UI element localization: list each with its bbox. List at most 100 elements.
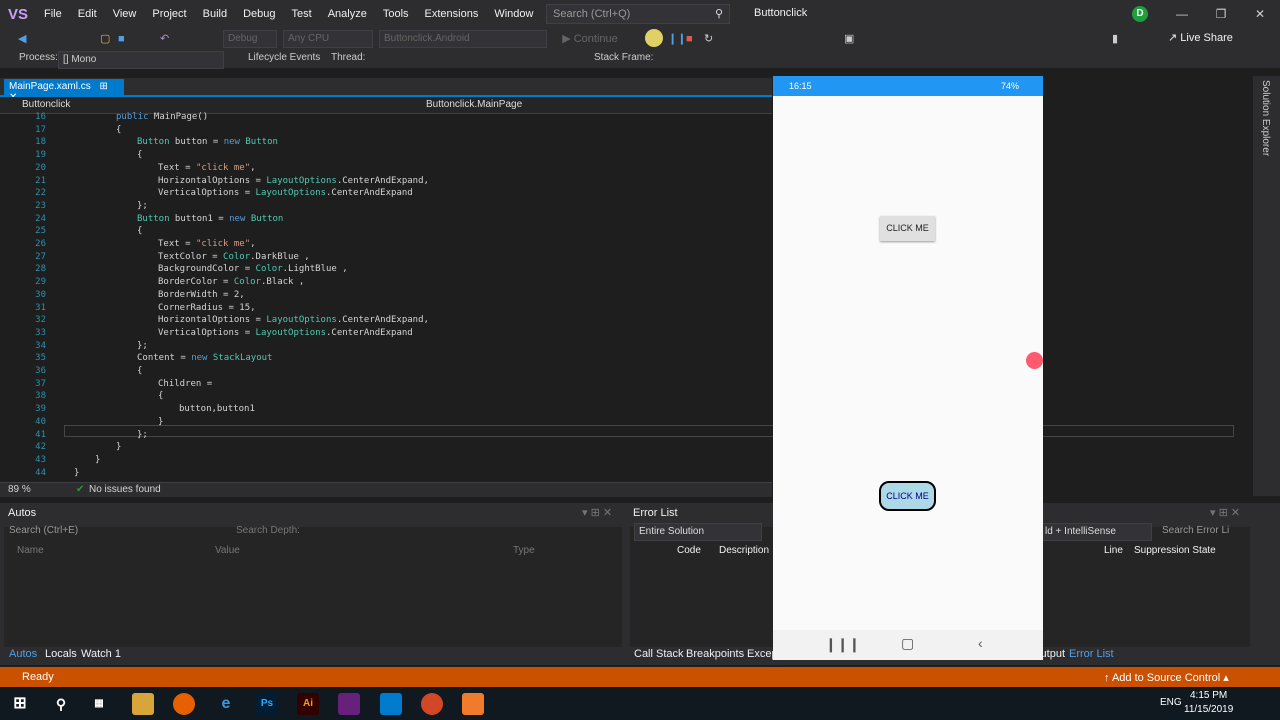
search-input[interactable]: Search (Ctrl+Q) ⚲ (546, 4, 730, 24)
tab-breakpoints[interactable]: Breakpoints (686, 648, 744, 660)
code-line[interactable]: Button button1 = new Button (137, 214, 283, 224)
pin-icon[interactable]: ⊞ (99, 81, 107, 92)
language-indicator[interactable]: ENG (1160, 697, 1182, 708)
powerpoint-icon[interactable] (421, 693, 443, 715)
clock-date[interactable]: 11/15/2019 (1184, 704, 1233, 715)
tab-call-stack[interactable]: Call Stack (634, 648, 684, 660)
code-line[interactable]: }; (137, 341, 148, 351)
lifecycle-events[interactable]: Lifecycle Events (248, 52, 320, 63)
tab-error-list[interactable]: Error List (1069, 648, 1114, 660)
undo-icon[interactable]: ↶ (160, 31, 169, 47)
code-line[interactable]: { (158, 391, 163, 401)
menu-tools[interactable]: Tools (375, 0, 417, 28)
issues-status[interactable]: No issues found (89, 484, 161, 495)
nav-class[interactable]: Buttonclick.MainPage (426, 99, 522, 110)
pause-icon[interactable]: ❙❙ (668, 31, 686, 47)
android-emulator-screen[interactable] (773, 76, 1043, 660)
menu-file[interactable]: File (36, 0, 70, 28)
code-line[interactable]: Content = new StackLayout (137, 353, 272, 363)
windows-start-icon[interactable]: ⊞ (9, 693, 31, 715)
error-close-icon[interactable]: ▾ ⊞ ✕ (1210, 506, 1240, 519)
error-search[interactable]: Search Error Li (1162, 525, 1229, 536)
zoom-level[interactable]: 89 % (8, 484, 31, 495)
continue-button[interactable]: ▶ Continue (555, 31, 625, 47)
bookmark-icon[interactable]: ▮ (1112, 31, 1118, 47)
stop-icon[interactable]: ■ (686, 31, 693, 47)
save-icon[interactable]: ■ (118, 31, 125, 47)
recents-icon[interactable]: ❙❙❙ (825, 636, 860, 653)
code-line[interactable]: VerticalOptions = LayoutOptions.CenterAn… (158, 328, 413, 338)
taskbar-search-icon[interactable]: ⚲ (50, 693, 72, 715)
restart-icon[interactable]: ↻ (704, 31, 713, 47)
menu-view[interactable]: View (105, 0, 145, 28)
tab-autos[interactable]: Autos (9, 648, 37, 660)
menu-extensions[interactable]: Extensions (417, 0, 487, 28)
live-share-button[interactable]: ↗ Live Share (1168, 31, 1233, 44)
close-icon[interactable]: ✕ (1250, 7, 1270, 21)
menu-window[interactable]: Window (486, 0, 541, 28)
clock-time[interactable]: 4:15 PM (1190, 690, 1227, 701)
startup-project-select[interactable]: Buttonclick.Android (379, 30, 547, 48)
tab-mainpage[interactable]: MainPage.xaml.cs ⊞ ✕ (4, 79, 124, 103)
open-folder-icon[interactable]: ▢ (100, 31, 110, 47)
menu-debug[interactable]: Debug (235, 0, 283, 28)
avatar[interactable]: D (1132, 6, 1148, 22)
nav-project[interactable]: Buttonclick (22, 99, 70, 110)
back-icon[interactable]: ◀ (18, 31, 26, 47)
autos-close-icon[interactable]: ▾ ⊞ ✕ (582, 506, 612, 519)
code-line[interactable]: button,button1 (179, 404, 255, 414)
tab-watch[interactable]: Watch 1 (81, 648, 121, 660)
illustrator-icon[interactable]: Ai (297, 693, 319, 715)
code-line[interactable]: }; (137, 201, 148, 211)
back-icon[interactable]: ‹ (978, 635, 983, 651)
tab-locals[interactable]: Locals (45, 648, 77, 660)
code-line[interactable]: HorizontalOptions = LayoutOptions.Center… (158, 315, 429, 325)
source-control-button[interactable]: ↑ Add to Source Control ▴ (1104, 671, 1229, 684)
code-line[interactable]: BackgroundColor = Color.LightBlue , (158, 264, 348, 274)
code-line[interactable]: BorderColor = Color.Black , (158, 277, 304, 287)
code-line[interactable]: Children = (158, 379, 212, 389)
menu-edit[interactable]: Edit (70, 0, 105, 28)
platform-select[interactable]: Any CPU (283, 30, 373, 48)
floating-indicator-icon[interactable] (1026, 352, 1043, 369)
code-line[interactable]: } (158, 417, 163, 427)
code-line[interactable]: Text = "click me", (158, 163, 256, 173)
code-line[interactable]: HorizontalOptions = LayoutOptions.Center… (158, 176, 429, 186)
code-line[interactable]: public MainPage() (116, 112, 208, 122)
layout-icon[interactable]: ▣ (844, 31, 854, 47)
autos-search[interactable]: Search (Ctrl+E) (9, 525, 78, 536)
scope-select[interactable]: Entire Solution (634, 523, 762, 541)
code-line[interactable]: Button button = new Button (137, 137, 278, 147)
vscode-icon[interactable] (380, 693, 402, 715)
solution-explorer-sidebar[interactable]: Solution Explorer (1253, 76, 1280, 496)
task-view-icon[interactable]: ▦ (88, 693, 110, 715)
build-filter-select[interactable]: ld + IntelliSense (1040, 523, 1152, 541)
code-line[interactable]: { (137, 366, 142, 376)
click-me-button-default[interactable]: CLICK ME (880, 216, 935, 241)
code-line[interactable]: } (74, 468, 79, 478)
file-explorer-icon[interactable] (132, 693, 154, 715)
menu-analyze[interactable]: Analyze (320, 0, 375, 28)
home-icon[interactable]: ▢ (901, 635, 914, 652)
code-line[interactable]: { (116, 125, 121, 135)
code-line[interactable]: Text = "click me", (158, 239, 256, 249)
screen-recorder-icon[interactable] (462, 693, 484, 715)
code-line[interactable]: TextColor = Color.DarkBlue , (158, 252, 310, 262)
menu-test[interactable]: Test (284, 0, 320, 28)
code-line[interactable]: { (137, 150, 142, 160)
click-me-button-styled[interactable]: CLICK ME (879, 481, 936, 511)
code-line[interactable]: VerticalOptions = LayoutOptions.CenterAn… (158, 188, 413, 198)
menu-build[interactable]: Build (195, 0, 235, 28)
code-line[interactable]: } (116, 442, 121, 452)
photoshop-icon[interactable]: Ps (256, 693, 278, 715)
firefox-icon[interactable] (173, 693, 195, 715)
code-line[interactable]: { (137, 226, 142, 236)
process-select[interactable]: [] Mono (58, 51, 224, 69)
code-line[interactable]: }; (137, 430, 148, 440)
visual-studio-icon[interactable] (338, 693, 360, 715)
edge-icon[interactable]: e (215, 693, 237, 715)
minimize-icon[interactable]: — (1172, 7, 1192, 21)
menu-project[interactable]: Project (144, 0, 194, 28)
configuration-select[interactable]: Debug (223, 30, 277, 48)
code-line[interactable]: BorderWidth = 2, (158, 290, 245, 300)
